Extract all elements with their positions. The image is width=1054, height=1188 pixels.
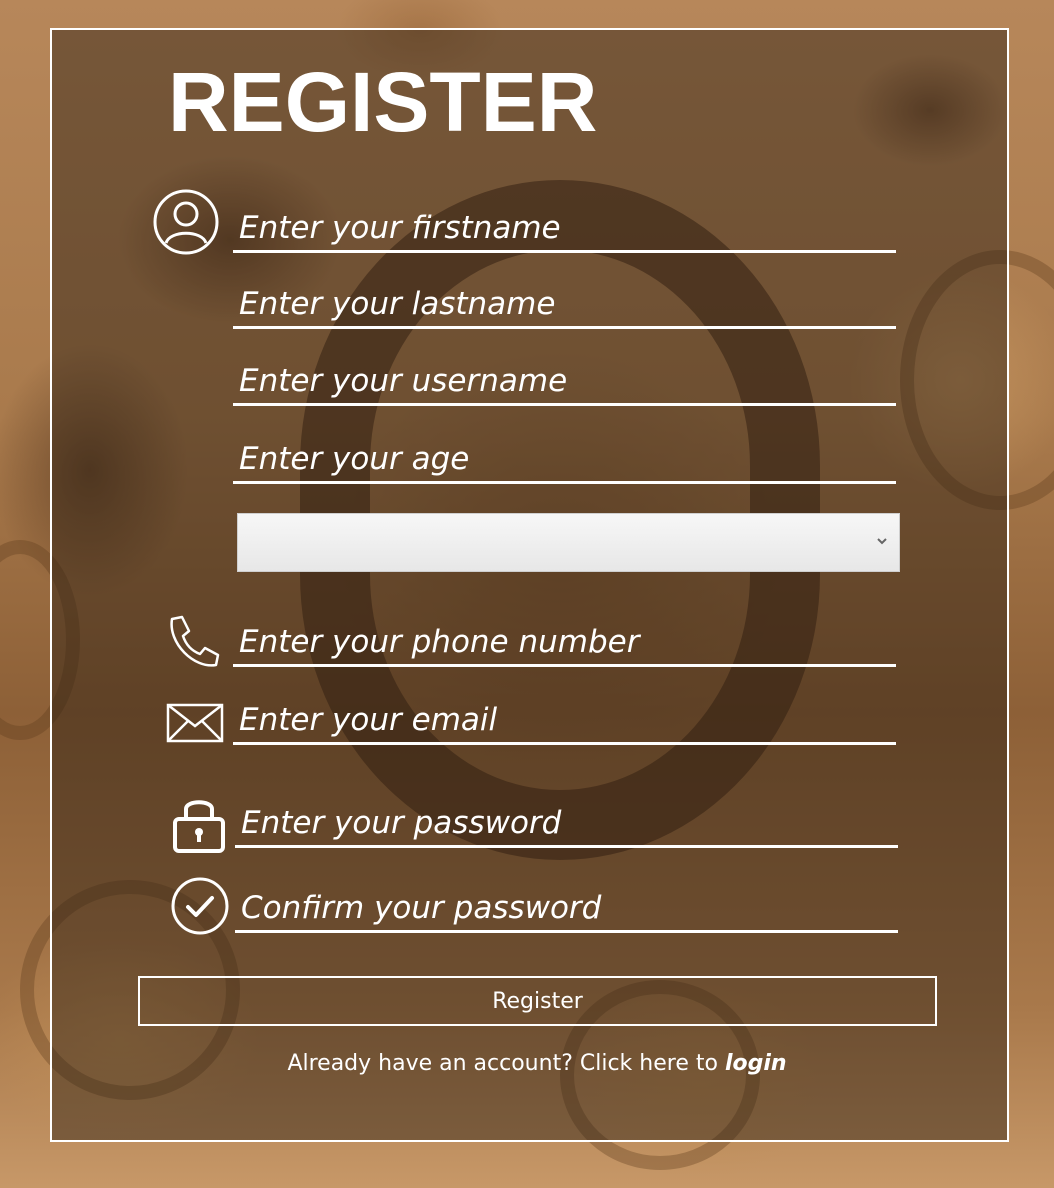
- check-circle-icon: [171, 877, 229, 935]
- firstname-input[interactable]: [233, 206, 896, 250]
- username-input[interactable]: [233, 359, 896, 403]
- lastname-field: [233, 282, 896, 329]
- email-input[interactable]: [233, 698, 896, 742]
- password-input[interactable]: [235, 801, 898, 845]
- lastname-input[interactable]: [233, 282, 896, 326]
- login-prompt-text: Already have an account? Click here to: [287, 1051, 725, 1076]
- phone-icon: [170, 615, 220, 667]
- email-field: [233, 698, 896, 745]
- envelope-icon: [166, 703, 224, 743]
- age-field: [233, 437, 896, 484]
- phone-field: [233, 620, 896, 667]
- login-prompt: Already have an account? Click here to l…: [0, 1048, 1054, 1080]
- age-input[interactable]: [233, 437, 896, 481]
- gender-select-container: [237, 513, 900, 572]
- firstname-field: [233, 206, 896, 253]
- gender-select[interactable]: [238, 514, 899, 571]
- register-button[interactable]: Register: [138, 976, 937, 1026]
- password-field: [235, 801, 898, 848]
- login-link[interactable]: login: [725, 1051, 787, 1076]
- lock-icon: [173, 800, 225, 853]
- user-icon: [153, 189, 219, 255]
- phone-input[interactable]: [233, 620, 896, 664]
- username-field: [233, 359, 896, 406]
- confirm-password-input[interactable]: [235, 886, 898, 930]
- page-title: REGISTER: [168, 55, 598, 149]
- confirm-password-field: [235, 886, 898, 933]
